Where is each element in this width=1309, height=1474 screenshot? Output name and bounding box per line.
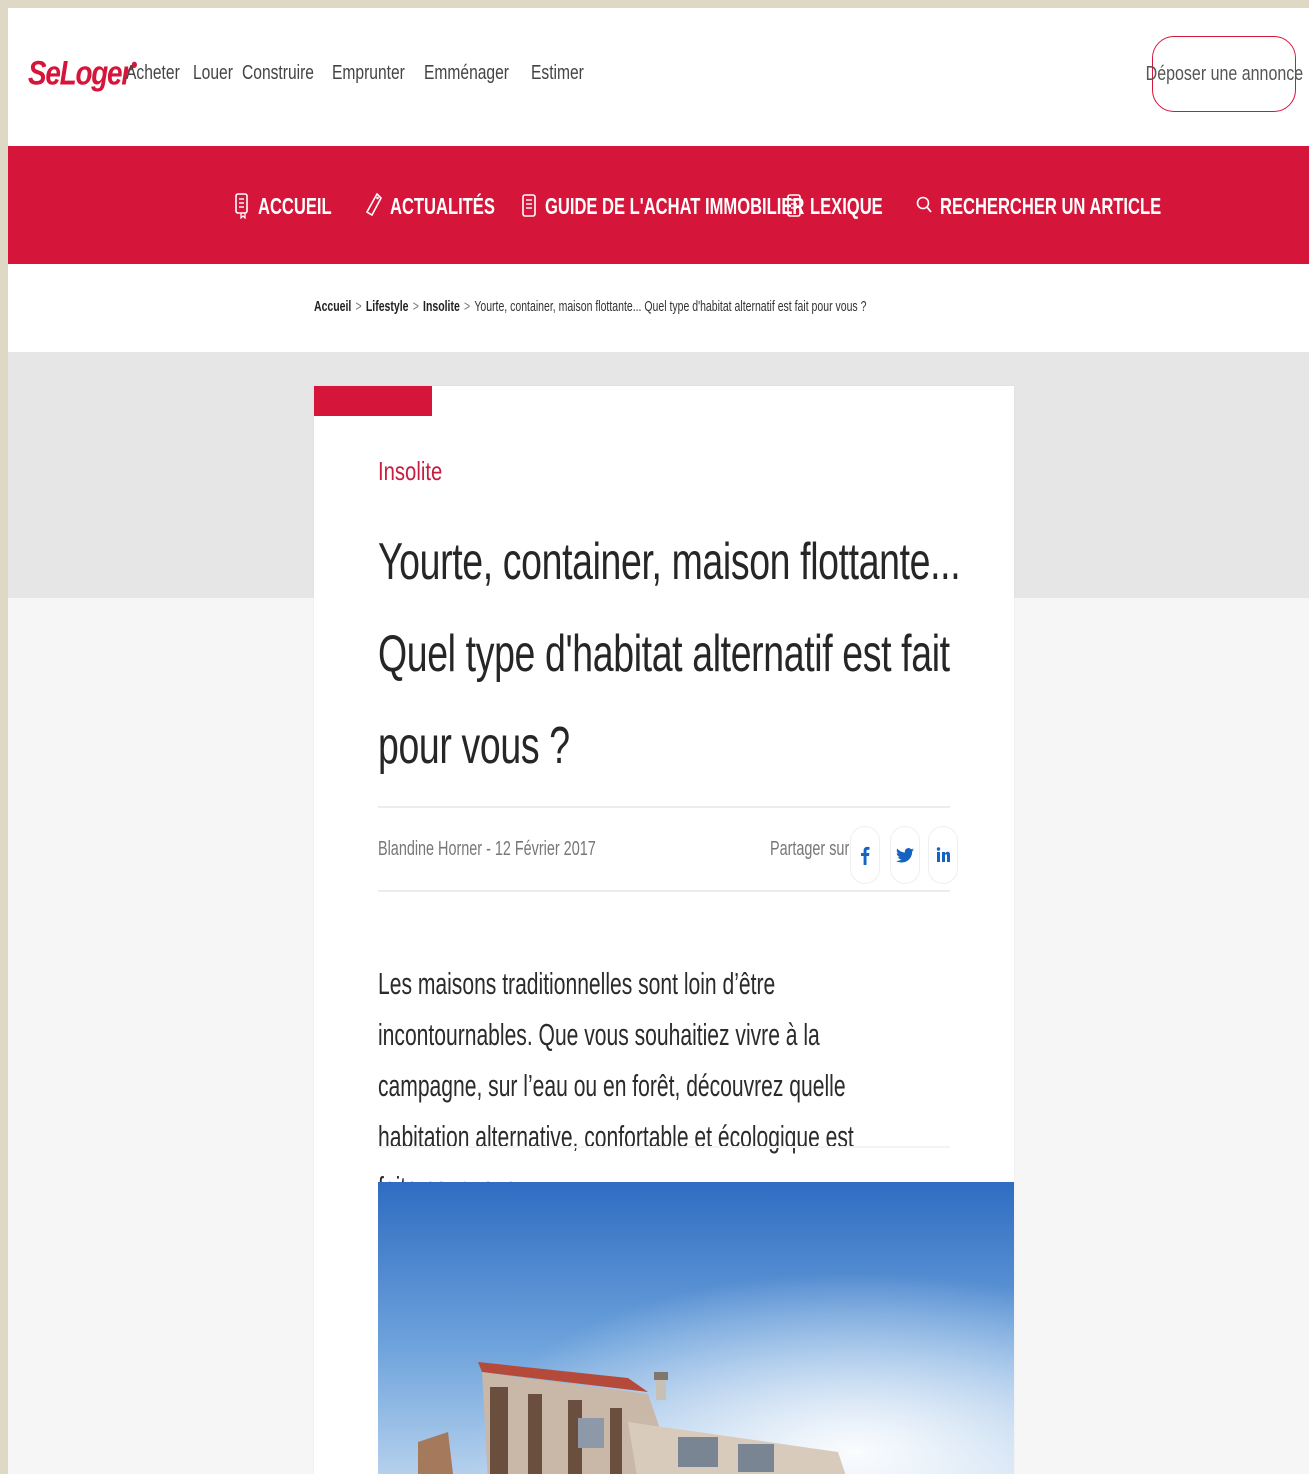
tag-icon <box>366 193 382 217</box>
nav-emmenager[interactable]: Emménager <box>424 62 509 85</box>
seloger-logo[interactable]: SeLoger• <box>28 52 137 93</box>
breadcrumb-separator: > <box>355 298 362 315</box>
search-icon <box>916 196 932 213</box>
nav-emprunter[interactable]: Emprunter <box>332 62 405 85</box>
document-icon <box>235 193 248 219</box>
twitter-share-button[interactable] <box>890 826 920 884</box>
tab-label: LEXIQUE <box>810 192 883 219</box>
breadcrumb-lifestyle[interactable]: Lifestyle <box>366 298 409 315</box>
main-nav: Acheter Louer Construire Emprunter Emmén… <box>126 62 584 85</box>
nav-louer[interactable]: Louer <box>193 62 233 85</box>
breadcrumb-current: Yourte, container, maison flottante... Q… <box>474 298 867 315</box>
article-meta: Blandine Horner - 12 Février 2017 <box>378 838 596 860</box>
post-ad-button[interactable]: Déposer une annonce <box>1145 36 1303 112</box>
linkedin-icon <box>936 847 950 862</box>
article-lead: Les maisons traditionnelles sont loin d’… <box>378 966 854 1205</box>
divider <box>378 890 950 892</box>
divider <box>378 1146 950 1148</box>
article-card: Insolite Yourte, container, maison flott… <box>314 386 1014 1474</box>
tab-label: ACCUEIL <box>258 192 332 219</box>
book-icon <box>787 194 801 217</box>
top-header: SeLoger• Acheter Louer Construire Emprun… <box>8 8 1309 146</box>
breadcrumb-separator: > <box>463 298 471 315</box>
nav-estimer[interactable]: Estimer <box>531 62 584 85</box>
nav-construire[interactable]: Construire <box>242 62 314 85</box>
tab-accueil[interactable]: ACCUEIL <box>234 186 360 226</box>
breadcrumb-separator: > <box>412 298 419 315</box>
article-title: Yourte, container, maison flottante... Q… <box>378 533 961 775</box>
article-category[interactable]: Insolite <box>378 456 442 487</box>
breadcrumb-insolite[interactable]: Insolite <box>423 298 460 315</box>
tab-lexique[interactable]: LEXIQUE <box>786 186 911 226</box>
section-nav-bar: ACCUEIL ACTUALITÉS GUIDE DE L'ACHAT IMMO… <box>8 146 1309 264</box>
share-label: Partager sur <box>770 838 850 860</box>
tab-label: GUIDE DE L'ACHAT IMMOBILIER <box>545 192 805 219</box>
post-ad-label: Déposer une annonce <box>1145 62 1303 85</box>
breadcrumb-accueil[interactable]: Accueil <box>314 298 351 315</box>
accent-bar <box>314 386 432 416</box>
breadcrumb: Accueil > Lifestyle > Insolite > Yourte, conta… <box>8 264 1309 352</box>
divider <box>378 806 950 808</box>
tab-actualites[interactable]: ACTUALITÉS <box>366 186 536 226</box>
linkedin-share-button[interactable] <box>928 826 958 884</box>
tab-label: ACTUALITÉS <box>390 192 495 219</box>
book-icon <box>522 194 536 217</box>
page: SeLoger• Acheter Louer Construire Emprun… <box>8 8 1309 1474</box>
facebook-icon <box>861 846 870 865</box>
article-hero-image <box>378 1182 1014 1474</box>
nav-acheter[interactable]: Acheter <box>126 62 180 85</box>
tab-label: RECHERCHER UN ARTICLE <box>940 192 1162 219</box>
facebook-share-button[interactable] <box>850 826 880 884</box>
tab-search-article[interactable]: RECHERCHER UN ARTICLE <box>916 186 1247 226</box>
twitter-icon <box>896 847 914 863</box>
